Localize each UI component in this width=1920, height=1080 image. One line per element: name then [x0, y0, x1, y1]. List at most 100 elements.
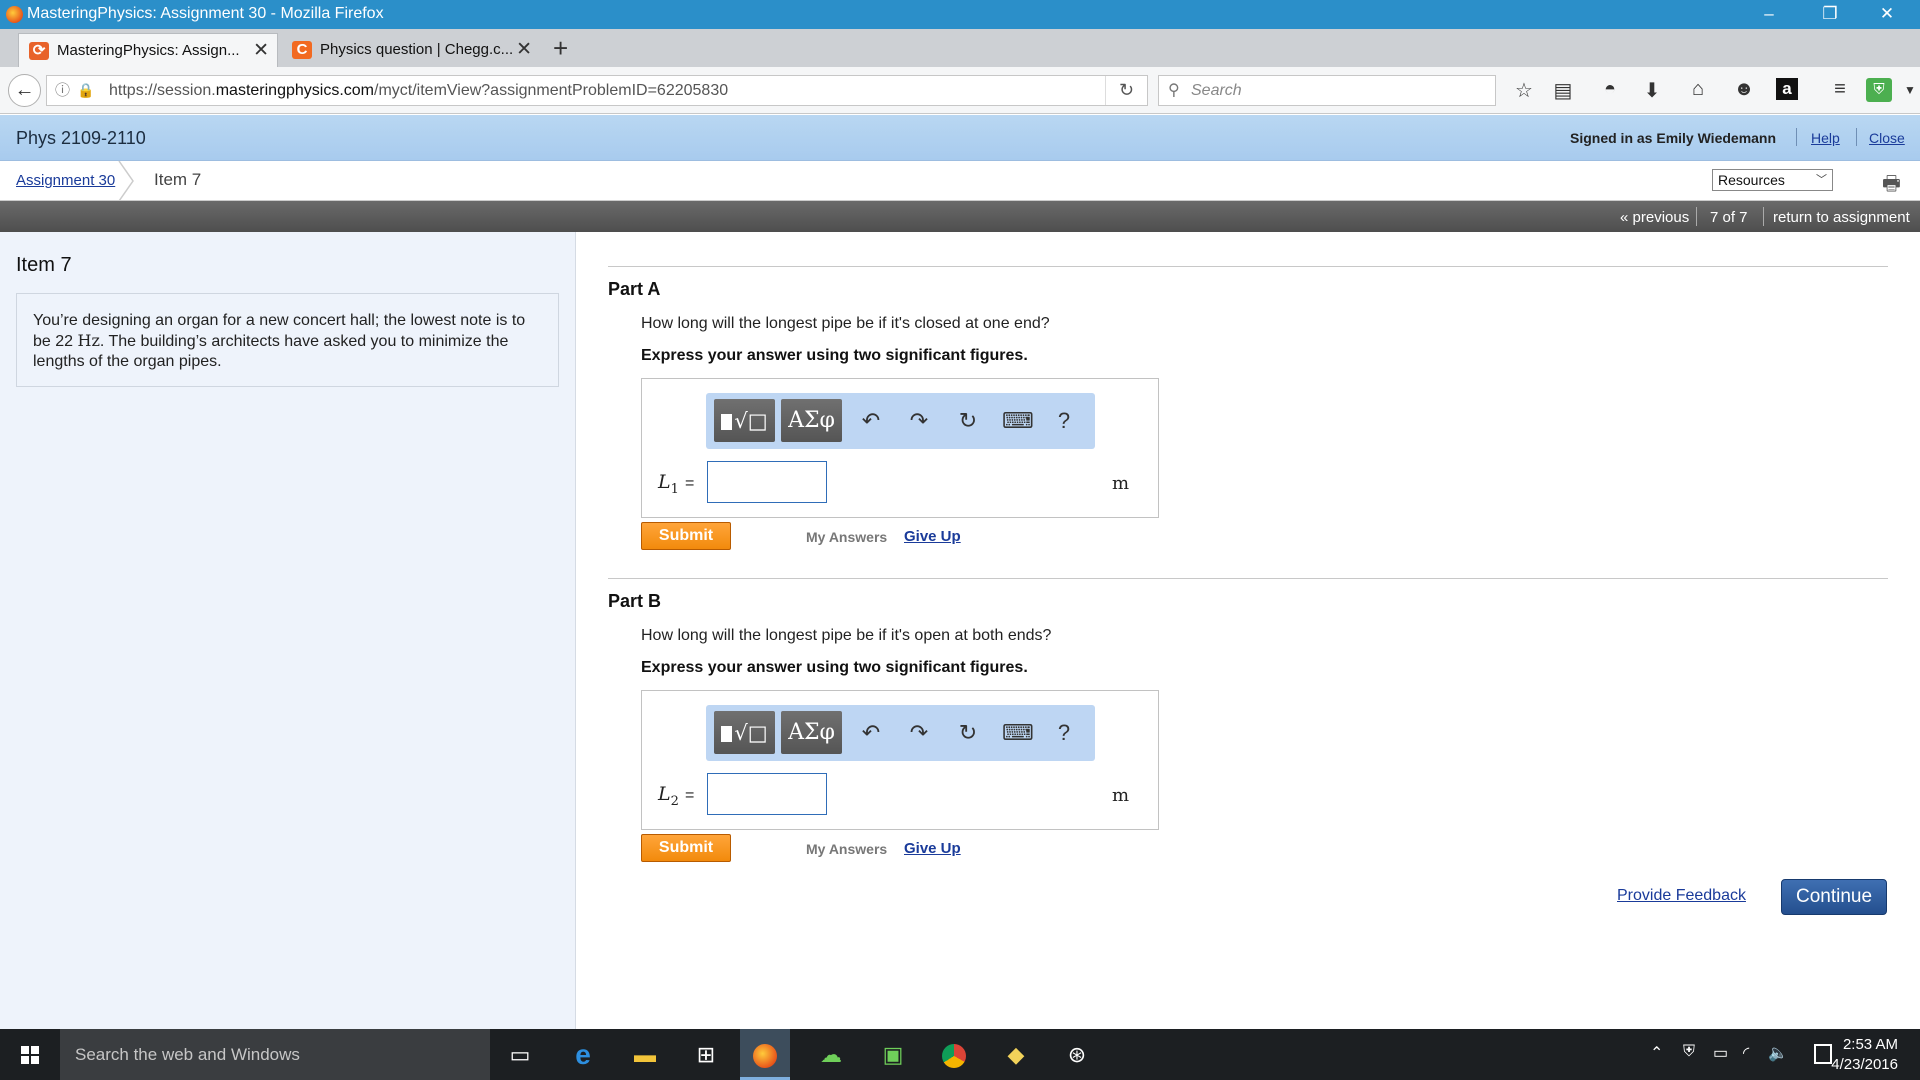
part-a-answer-input[interactable] — [707, 461, 827, 503]
problem-statement: You’re designing an organ for a new conc… — [16, 293, 559, 387]
breadcrumb-assignment-link[interactable]: Assignment 30 — [16, 172, 115, 189]
item-title: Item 7 — [16, 254, 72, 276]
firefox-icon — [6, 6, 23, 23]
menu-icon[interactable]: ≡ — [1826, 78, 1854, 101]
url-bar[interactable]: ⓘ 🔒 https://session.masteringphysics.com… — [46, 75, 1148, 106]
problem-panel: Item 7 You’re designing an organ for a n… — [0, 232, 576, 1029]
greek-symbols-button[interactable]: ΑΣφ — [781, 711, 842, 754]
part-a-give-up-link[interactable]: Give Up — [904, 528, 961, 545]
chevron-down-icon: ﹀ — [1816, 174, 1827, 186]
back-button[interactable]: ← — [8, 74, 41, 107]
part-b-question: How long will the longest pipe be if it'… — [641, 627, 1052, 644]
unit-label: m — [1112, 785, 1130, 806]
redo-icon[interactable]: ↷ — [904, 408, 934, 434]
math-toolbar: √□ ΑΣφ ↶ ↷ ↻ ⌨ ? — [706, 705, 1095, 761]
evernote-icon[interactable]: ▣ — [868, 1029, 918, 1080]
undo-icon[interactable]: ↶ — [856, 720, 886, 746]
part-a-answer-box: √□ ΑΣφ ↶ ↷ ↻ ⌨ ? L1 = m — [641, 378, 1159, 518]
help-link[interactable]: Help — [1811, 130, 1840, 146]
breadcrumb: Assignment 30 Item 7 Resources ﹀ 🖶 — [0, 161, 1920, 201]
part-b-submit-button[interactable]: Submit — [641, 834, 731, 862]
print-icon[interactable]: 🖶 — [1882, 169, 1901, 203]
part-b-my-answers: My Answers — [806, 841, 888, 857]
url-text: https://session.masteringphysics.com/myc… — [109, 82, 729, 99]
keyboard-icon[interactable]: ⌨ — [1002, 720, 1034, 746]
part-b-answer-box: √□ ΑΣφ ↶ ↷ ↻ ⌨ ? L2 = m — [641, 690, 1159, 830]
chevron-up-icon[interactable]: ⌃ — [1650, 1043, 1663, 1063]
task-view-icon[interactable]: ▭ — [495, 1029, 545, 1080]
volume-icon[interactable]: 🔈 — [1768, 1043, 1788, 1063]
tab-strip: ⟳ MasteringPhysics: Assign... ✕ C Physic… — [0, 29, 1920, 67]
unit-label: m — [1112, 473, 1130, 494]
new-tab-button[interactable]: + — [553, 33, 568, 64]
course-header: Phys 2109-2110 Signed in as Emily Wiedem… — [0, 115, 1920, 161]
chegg-favicon-icon: C — [292, 41, 312, 59]
masteringphysics-favicon-icon: ⟳ — [29, 42, 49, 60]
bookmark-star-icon[interactable]: ☆ — [1510, 78, 1538, 103]
firefox-taskbar-icon[interactable] — [740, 1029, 790, 1080]
greek-symbols-button[interactable]: ΑΣφ — [781, 399, 842, 442]
tab-chegg[interactable]: C Physics question | Chegg.c... ✕ — [282, 33, 540, 67]
search-input[interactable]: ⚲ Search — [1158, 75, 1496, 106]
pocket-icon[interactable]: ◓ — [1596, 78, 1624, 101]
reset-icon[interactable]: ↻ — [953, 408, 983, 434]
battery-icon[interactable]: ▭ — [1713, 1043, 1728, 1063]
chrome-icon[interactable] — [929, 1029, 979, 1080]
restore-button[interactable]: ❐ — [1815, 4, 1845, 24]
taskbar-search-input[interactable]: Search the web and Windows — [60, 1029, 490, 1080]
download-icon[interactable]: ⬇ — [1638, 78, 1666, 103]
shield-icon[interactable]: ⛨ — [1683, 1043, 1695, 1061]
info-icon[interactable]: ⓘ — [55, 76, 70, 105]
part-b-answer-input[interactable] — [707, 773, 827, 815]
provide-feedback-link[interactable]: Provide Feedback — [1617, 887, 1746, 905]
close-window-button[interactable]: ✕ — [1872, 4, 1902, 24]
extension-dropdown-icon[interactable]: ▼ — [1896, 83, 1920, 97]
undo-icon[interactable]: ↶ — [856, 408, 886, 434]
resources-select[interactable]: Resources ﹀ — [1712, 169, 1833, 191]
edge-icon[interactable]: e — [558, 1029, 608, 1080]
notification-icon[interactable] — [1814, 1044, 1832, 1064]
help-icon[interactable]: ? — [1049, 408, 1079, 434]
tab-label: Physics question | Chegg.c... — [320, 41, 514, 58]
minimize-button[interactable]: – — [1754, 4, 1784, 24]
close-tab-icon[interactable]: ✕ — [516, 33, 532, 67]
keyboard-icon[interactable]: ⌨ — [1002, 408, 1034, 434]
app-icon[interactable]: ☁ — [806, 1029, 856, 1080]
part-b-label: Part B — [608, 591, 662, 611]
store-icon[interactable]: ⊞ — [681, 1029, 731, 1080]
part-a-question: How long will the longest pipe be if it'… — [641, 315, 1050, 332]
steam-icon[interactable]: ⊛ — [1052, 1029, 1102, 1080]
file-explorer-icon[interactable]: ▬ — [620, 1029, 670, 1080]
part-a-submit-button[interactable]: Submit — [641, 522, 731, 550]
part-a-label: Part A — [608, 279, 661, 299]
item-navigation-bar: « previous 7 of 7 return to assignment — [0, 201, 1920, 232]
windows-taskbar: Search the web and Windows ▭ e ▬ ⊞ ☁ ▣ ◆… — [0, 1029, 1920, 1080]
chat-icon[interactable]: ☻ — [1730, 78, 1758, 101]
close-tab-icon[interactable]: ✕ — [253, 34, 269, 68]
reading-list-icon[interactable]: ▤ — [1549, 78, 1577, 103]
help-icon[interactable]: ? — [1049, 720, 1079, 746]
amazon-icon[interactable]: a — [1776, 78, 1798, 100]
part-b-give-up-link[interactable]: Give Up — [904, 840, 961, 857]
header-separator — [1796, 128, 1797, 146]
unit-hz: Hz — [77, 331, 100, 350]
reset-icon[interactable]: ↻ — [953, 720, 983, 746]
templates-button[interactable]: √□ — [714, 711, 775, 754]
header-separator — [1856, 128, 1857, 146]
part-b-instruction: Express your answer using two significan… — [641, 659, 1028, 676]
start-button[interactable] — [0, 1029, 60, 1080]
home-icon[interactable]: ⌂ — [1684, 78, 1712, 101]
windows-logo-icon — [21, 1046, 39, 1064]
clock[interactable]: 2:53 AM 4/23/2016 — [1831, 1035, 1898, 1075]
previous-link[interactable]: « previous — [1620, 209, 1689, 226]
redo-icon[interactable]: ↷ — [904, 720, 934, 746]
templates-button[interactable]: √□ — [714, 399, 775, 442]
return-to-assignment-link[interactable]: return to assignment — [1773, 209, 1910, 226]
wifi-icon[interactable]: ◜ — [1743, 1043, 1749, 1063]
close-link[interactable]: Close — [1869, 130, 1905, 146]
extension-icon[interactable]: ⛨ — [1866, 78, 1892, 102]
reload-icon[interactable]: ↻ — [1105, 76, 1147, 105]
continue-button[interactable]: Continue — [1781, 879, 1887, 915]
tab-masteringphysics[interactable]: ⟳ MasteringPhysics: Assign... ✕ — [18, 33, 278, 67]
folder-icon[interactable]: ◆ — [991, 1029, 1041, 1080]
